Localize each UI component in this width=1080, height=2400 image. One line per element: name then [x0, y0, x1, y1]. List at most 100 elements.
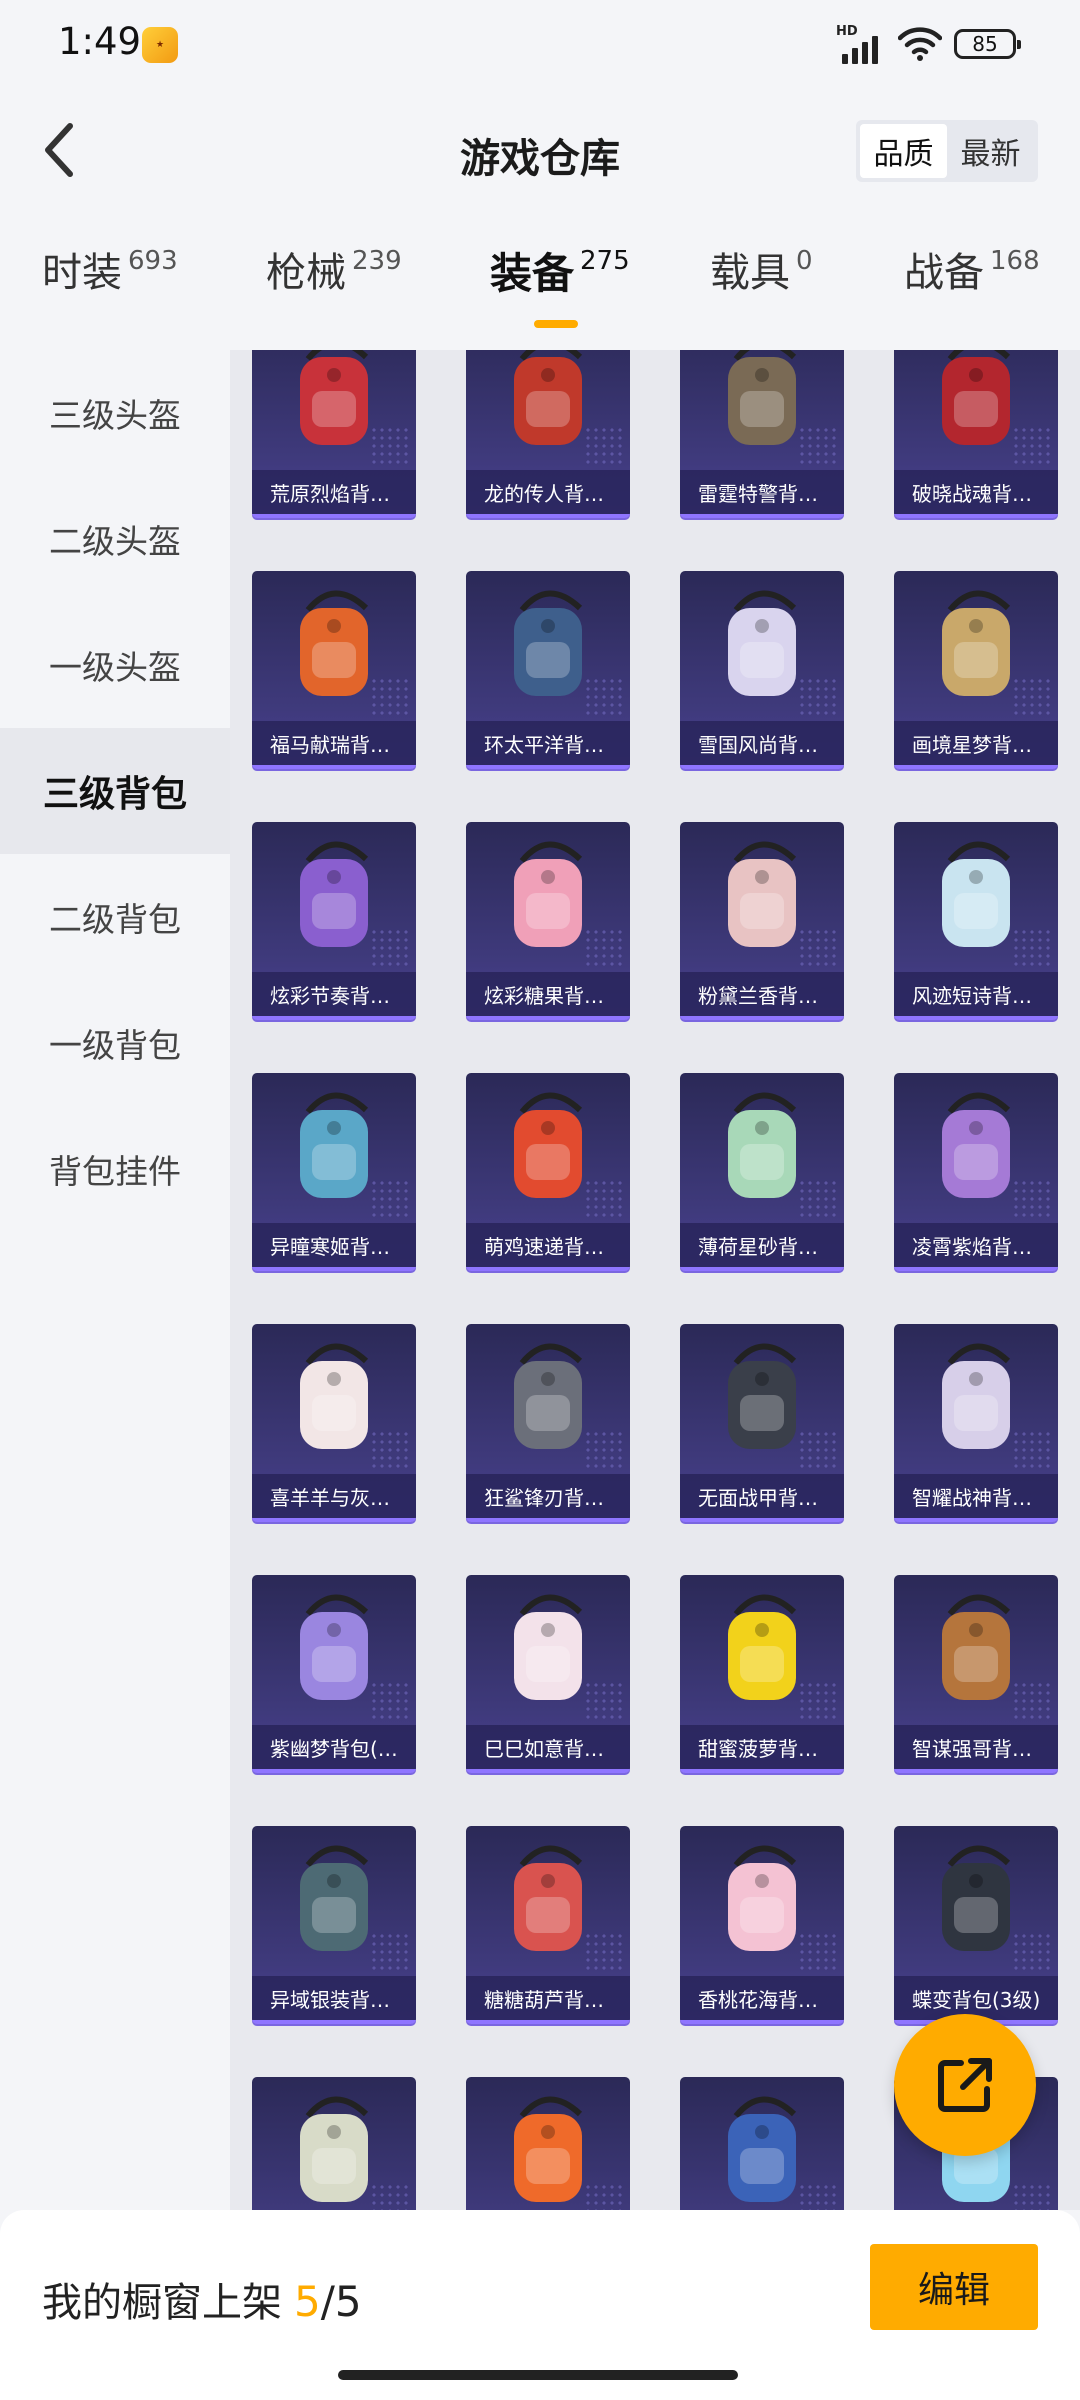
card-pattern — [1012, 677, 1052, 717]
item-card[interactable]: 糖糖葫芦背… — [466, 1826, 630, 2024]
showcase-current: 5 — [294, 2277, 321, 2326]
rarity-bar — [466, 1769, 630, 1773]
item-card[interactable]: 蝶变背包(3级) — [894, 1826, 1058, 2024]
rarity-bar — [466, 1518, 630, 1522]
tab-firearms[interactable]: 枪械 239 — [266, 240, 402, 330]
card-pattern — [1012, 1179, 1052, 1219]
rarity-bar — [252, 1769, 416, 1773]
item-card[interactable]: 画境星梦背… — [894, 571, 1058, 769]
card-pattern — [798, 426, 838, 466]
showcase-separator: / — [320, 2277, 335, 2326]
tab-label: 战备 — [904, 250, 984, 296]
sidebar-item-lv2-backpack[interactable]: 二级背包 — [0, 854, 230, 980]
card-pattern — [1012, 426, 1052, 466]
tab-fashion[interactable]: 时装 693 — [42, 240, 178, 330]
item-card[interactable]: 粉黛兰香背… — [680, 822, 844, 1020]
showcase-total: 5 — [334, 2277, 362, 2326]
item-card[interactable]: 荒原烈焰背… — [252, 350, 416, 518]
status-indicators: HD 85 — [836, 24, 1021, 64]
rarity-bar — [680, 1267, 844, 1271]
item-card[interactable] — [466, 2077, 630, 2210]
header: 游戏仓库 品质 最新 — [0, 90, 1080, 210]
tab-supplies[interactable]: 战备 168 — [904, 240, 1040, 330]
item-name: 异瞳寒姬背… — [252, 1223, 416, 1267]
sidebar-item-lv2-helmet[interactable]: 二级头盔 — [0, 476, 230, 602]
sort-option-latest[interactable]: 最新 — [947, 124, 1034, 178]
item-name: 喜羊羊与灰… — [252, 1474, 416, 1518]
item-card[interactable]: 环太平洋背… — [466, 571, 630, 769]
sidebar-item-lv1-backpack[interactable]: 一级背包 — [0, 980, 230, 1106]
sidebar-item-lv3-helmet[interactable]: 三级头盔 — [0, 350, 230, 476]
rarity-bar — [680, 765, 844, 769]
sidebar-item-lv3-backpack[interactable]: 三级背包 — [0, 728, 230, 854]
item-card[interactable]: 炫彩糖果背… — [466, 822, 630, 1020]
item-card[interactable]: 智耀战神背… — [894, 1324, 1058, 1522]
item-card[interactable]: 紫幽梦背包(… — [252, 1575, 416, 1773]
item-card[interactable]: 香桃花海背… — [680, 1826, 844, 2024]
item-name: 甜蜜菠萝背… — [680, 1725, 844, 1769]
home-indicator[interactable] — [338, 2370, 738, 2380]
tab-label: 载具 — [710, 250, 790, 296]
tab-count: 275 — [580, 246, 630, 276]
item-card[interactable]: 薄荷星砂背… — [680, 1073, 844, 1271]
item-name: 萌鸡速递背… — [466, 1223, 630, 1267]
bottom-bar: 我的橱窗上架 5 / 5 编辑 — [0, 2210, 1080, 2400]
tab-count: 239 — [352, 246, 402, 276]
item-card[interactable] — [252, 2077, 416, 2210]
rarity-bar — [466, 1267, 630, 1271]
rarity-bar — [894, 1518, 1058, 1522]
item-card[interactable] — [680, 2077, 844, 2210]
item-card[interactable]: 喜羊羊与灰… — [252, 1324, 416, 1522]
item-name: 智谋强哥背… — [894, 1725, 1058, 1769]
item-card[interactable]: 龙的传人背… — [466, 350, 630, 518]
sort-toggle: 品质 最新 — [856, 120, 1038, 182]
edit-button[interactable]: 编辑 — [870, 2244, 1038, 2330]
item-name: 雷霆特警背… — [680, 470, 844, 514]
card-pattern — [1012, 1681, 1052, 1721]
rarity-bar — [894, 1267, 1058, 1271]
item-card[interactable]: 雪国风尚背… — [680, 571, 844, 769]
rarity-bar — [466, 765, 630, 769]
item-card[interactable]: 凌霄紫焰背… — [894, 1073, 1058, 1271]
item-card[interactable]: 甜蜜菠萝背… — [680, 1575, 844, 1773]
item-card[interactable]: 炫彩节奏背… — [252, 822, 416, 1020]
tab-equipment[interactable]: 装备 275 — [490, 240, 630, 330]
item-name: 狂鲨锋刃背… — [466, 1474, 630, 1518]
rarity-bar — [252, 765, 416, 769]
tab-vehicles[interactable]: 载具 0 — [710, 240, 813, 330]
tab-count: 0 — [796, 246, 813, 276]
item-name: 破晓战魂背… — [894, 470, 1058, 514]
item-card[interactable]: 风迹短诗背… — [894, 822, 1058, 1020]
item-card[interactable]: 巳巳如意背… — [466, 1575, 630, 1773]
item-grid: 荒原烈焰背… 龙的传人背… 雷霆特警背… 破晓战魂背… 福马献瑞背… 环太平洋背… 雪国风尚… — [230, 350, 1080, 2210]
rarity-bar — [680, 1769, 844, 1773]
item-card[interactable]: 无面战甲背… — [680, 1324, 844, 1522]
item-card[interactable]: 智谋强哥背… — [894, 1575, 1058, 1773]
share-button[interactable] — [894, 2014, 1036, 2156]
item-name: 异域银装背… — [252, 1976, 416, 2020]
card-pattern — [798, 1932, 838, 1972]
item-card[interactable]: 萌鸡速递背… — [466, 1073, 630, 1271]
card-pattern — [798, 677, 838, 717]
item-name: 炫彩节奏背… — [252, 972, 416, 1016]
rarity-bar — [894, 514, 1058, 518]
game-app-icon: ★ — [142, 27, 178, 63]
sidebar-item-lv1-helmet[interactable]: 一级头盔 — [0, 602, 230, 728]
item-card[interactable]: 福马献瑞背… — [252, 571, 416, 769]
rarity-bar — [252, 2020, 416, 2024]
item-name: 凌霄紫焰背… — [894, 1223, 1058, 1267]
card-pattern — [370, 1430, 410, 1470]
item-card[interactable]: 雷霆特警背… — [680, 350, 844, 518]
card-pattern — [370, 426, 410, 466]
item-name: 福马献瑞背… — [252, 721, 416, 765]
item-card[interactable]: 异域银装背… — [252, 1826, 416, 2024]
item-card[interactable]: 破晓战魂背… — [894, 350, 1058, 518]
sort-option-quality[interactable]: 品质 — [860, 124, 947, 178]
item-card[interactable]: 狂鲨锋刃背… — [466, 1324, 630, 1522]
item-card[interactable]: 异瞳寒姬背… — [252, 1073, 416, 1271]
sidebar-item-backpack-charm[interactable]: 背包挂件 — [0, 1106, 230, 1232]
rarity-bar — [252, 1518, 416, 1522]
showcase-status: 我的橱窗上架 5 / 5 — [42, 2270, 362, 2328]
card-pattern — [1012, 1932, 1052, 1972]
card-pattern — [370, 928, 410, 968]
